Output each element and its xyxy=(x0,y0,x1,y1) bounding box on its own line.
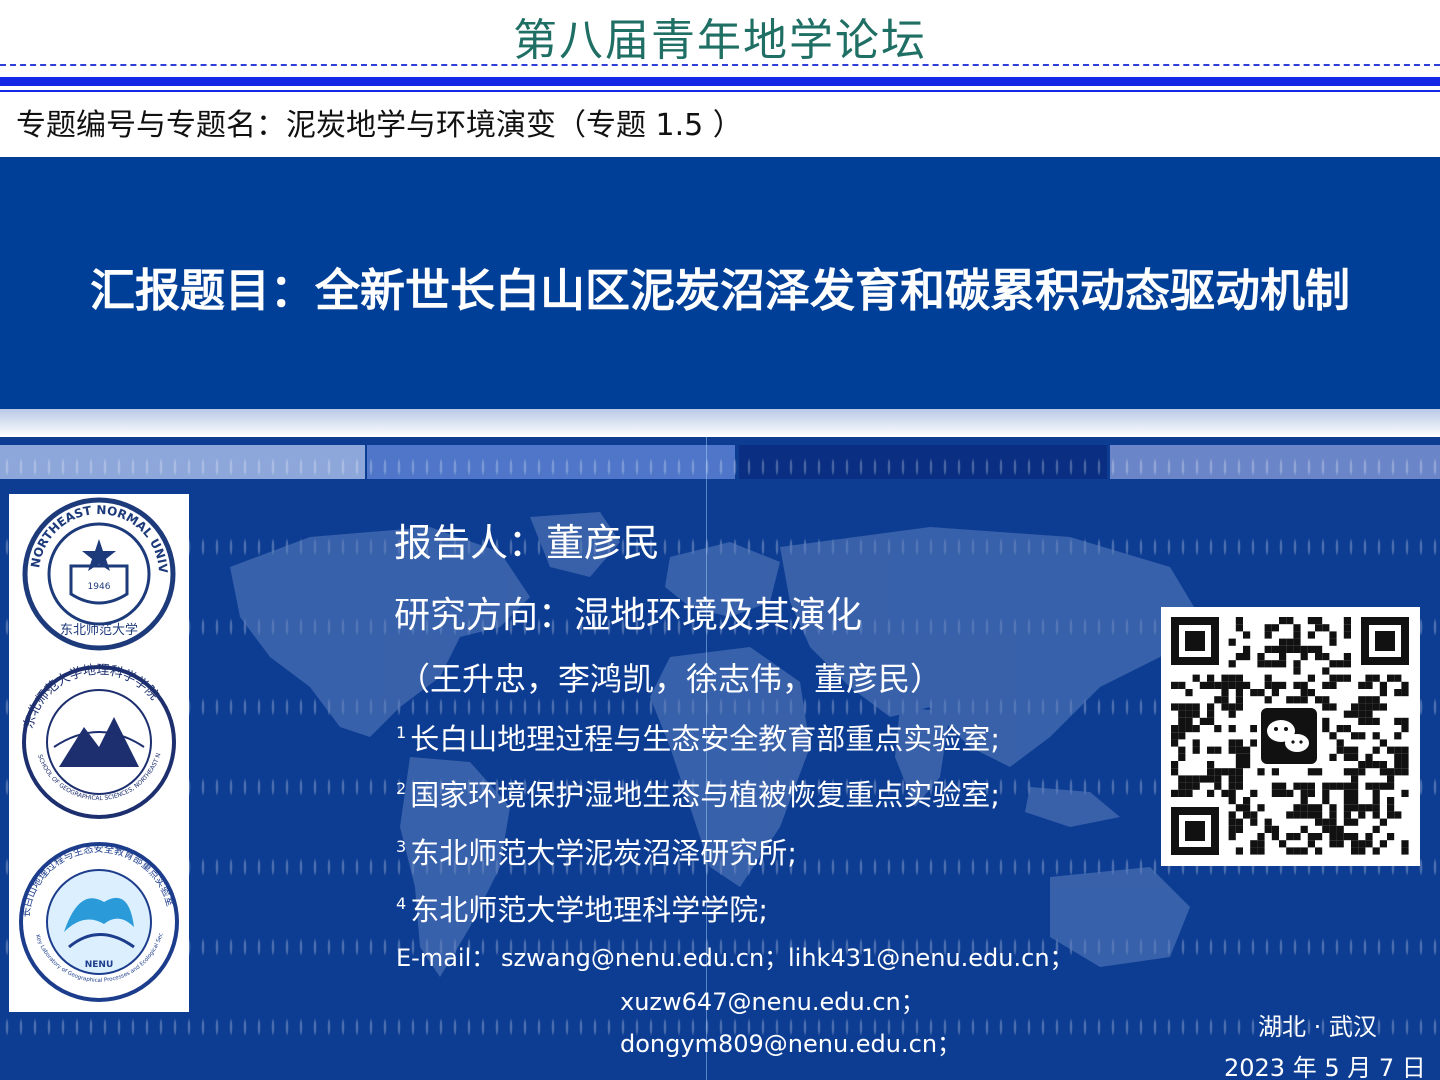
affiliation-number: 2 xyxy=(396,779,407,799)
email-dongym809[interactable]: dongym809@nenu.edu.cn； xyxy=(620,1024,961,1059)
affiliation-number: 3 xyxy=(396,837,407,857)
affiliation-text: 国家环境保护湿地生态与植被恢复重点实验室; xyxy=(410,778,1000,812)
logo3-label: NENU xyxy=(85,960,114,970)
header-dashed-rule xyxy=(0,64,1440,66)
logo1-cn: 东北师范大学 xyxy=(60,622,138,638)
nenu-university-logo: NORTHEAST NORMAL UNIVERSITY 1946 东北师范大学 xyxy=(9,494,176,651)
logo2-ring-text: 东北师范大学地理科学学院 xyxy=(21,663,161,731)
header-thin-rule xyxy=(0,90,1440,92)
affiliation-3: 3 东北师范大学泥炭沼泽研究所; xyxy=(396,830,797,872)
header-thick-rule xyxy=(0,77,1440,86)
location: 湖北 · 武汉 xyxy=(1258,1013,1377,1041)
affiliation-1: 1 长白山地理过程与生态安全教育部重点实验室; xyxy=(396,716,1000,758)
slide-header: 第八届青年地学论坛 专题编号与专题名：泥炭地学与环境演变（专题 1.5 ） xyxy=(0,0,1440,157)
title-band: 汇报题目：全新世长白山区泥炭沼泽发育和碳累积动态驱动机制 xyxy=(0,157,1440,409)
logo1-ring-text: NORTHEAST NORMAL UNIVERSITY xyxy=(9,494,170,574)
affiliation-2: 2 国家环境保护湿地生态与植被恢复重点实验室; xyxy=(396,772,1000,814)
author-list: （王升忠，李鸿凯，徐志伟，董彦民） xyxy=(398,660,943,698)
lab-logo: 长白山地理过程与生态安全教育部重点实验室 Key Laboratory of G… xyxy=(9,832,179,1002)
band-shadow xyxy=(0,409,1440,437)
affiliation-text: 长白山地理过程与生态安全教育部重点实验室; xyxy=(410,722,1000,756)
affiliation-number: 4 xyxy=(396,894,407,914)
geo-school-logo: 东北师范大学地理科学学院 SCHOOL OF GEOGRAPHICAL SCIE… xyxy=(9,657,176,819)
reporter-label: 报告人：董彦民 xyxy=(394,521,661,565)
svg-text:东北师范大学地理科学学院: 东北师范大学地理科学学院 xyxy=(21,663,161,731)
email-szwang[interactable]: szwang@nenu.edu.cn； xyxy=(501,938,788,973)
slide: 第八届青年地学论坛 专题编号与专题名：泥炭地学与环境演变（专题 1.5 ） 汇报… xyxy=(0,0,1440,1080)
email-xuzw647[interactable]: xuzw647@nenu.edu.cn； xyxy=(620,982,925,1017)
conference-title: 第八届青年地学论坛 xyxy=(513,15,927,66)
svg-text:NORTHEAST NORMAL UNIVERSITY: NORTHEAST NORMAL UNIVERSITY xyxy=(9,494,170,574)
logo1-year: 1946 xyxy=(88,582,111,592)
wechat-icon xyxy=(1257,704,1321,768)
presentation-date: 2023 年 5 月 7 日 xyxy=(1224,1054,1426,1080)
affiliation-number: 1 xyxy=(396,723,407,743)
qr-code-icon xyxy=(1161,607,1420,866)
affiliation-4: 4 东北师范大学地理科学学院; xyxy=(396,887,768,929)
affiliation-text: 东北师范大学泥炭沼泽研究所; xyxy=(410,836,797,870)
research-direction: 研究方向：湿地环境及其演化 xyxy=(394,595,863,636)
email-lihk431[interactable]: lihk431@nenu.edu.cn； xyxy=(788,938,1074,973)
topic-label: 专题编号与专题名：泥炭地学与环境演变（专题 1.5 ） xyxy=(16,108,743,143)
logo-column: NORTHEAST NORMAL UNIVERSITY 1946 东北师范大学 … xyxy=(9,494,189,1012)
email-label: E-mail： xyxy=(396,944,496,972)
report-title: 汇报题目：全新世长白山区泥炭沼泽发育和碳累积动态驱动机制 xyxy=(89,264,1350,317)
affiliation-text: 东北师范大学地理科学学院; xyxy=(410,893,768,927)
